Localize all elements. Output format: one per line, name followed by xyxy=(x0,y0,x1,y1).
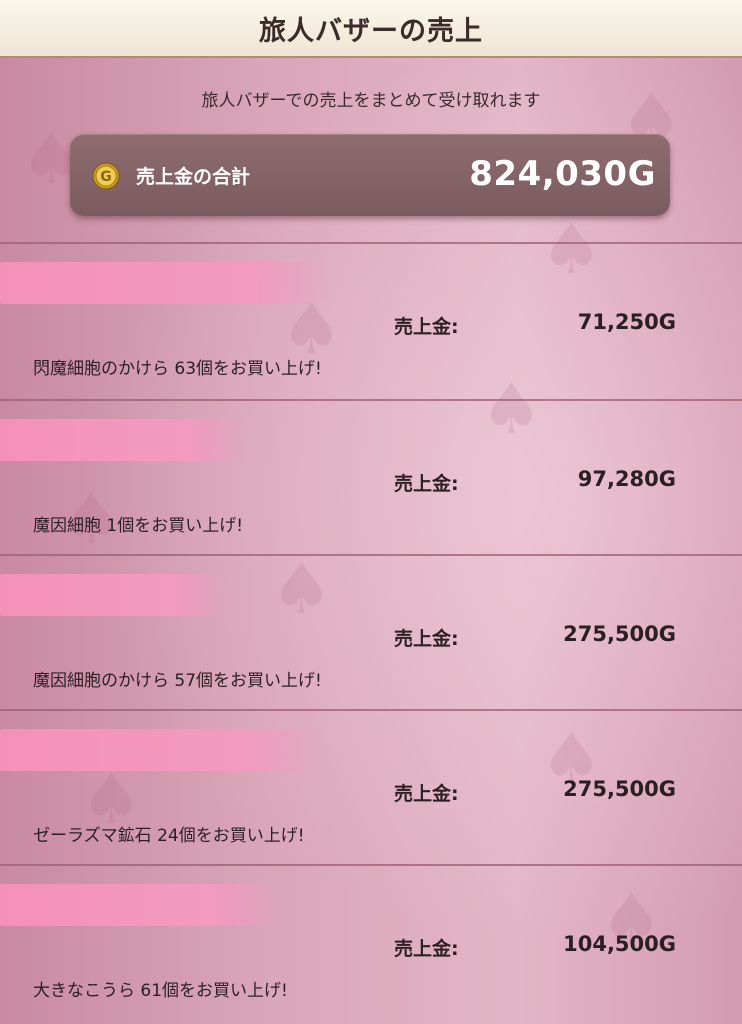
sale-amount-value: 104,500G xyxy=(563,932,676,956)
total-sales-value: 824,030G xyxy=(469,154,656,194)
redacted-buyer-name xyxy=(0,262,332,304)
sale-entry[interactable]: 売上金: 97,280G 魔因細胞 1個をお買い上げ! xyxy=(0,401,742,556)
total-sales-box: G 売上金の合計 824,030G xyxy=(70,134,670,216)
sale-amount-value: 71,250G xyxy=(577,310,676,334)
sale-entry[interactable]: 売上金: 275,500G 魔因細胞のかけら 57個をお買い上げ! xyxy=(0,556,742,711)
total-sales-label: 売上金の合計 xyxy=(136,166,251,188)
gold-coin-icon: G xyxy=(92,162,120,190)
sale-amount-label: 売上金: xyxy=(394,628,459,650)
summary-subtitle: 旅人バザーでの売上をまとめて受け取れます xyxy=(201,91,541,111)
sale-description: 大きなこうら 61個をお買い上げ! xyxy=(33,981,288,1001)
sale-description: ゼーラズマ鉱石 24個をお買い上げ! xyxy=(33,826,305,846)
sale-entry[interactable]: 売上金: 104,500G 大きなこうら 61個をお買い上げ! xyxy=(0,866,742,1021)
sale-entry[interactable]: 売上金: 275,500G ゼーラズマ鉱石 24個をお買い上げ! xyxy=(0,711,742,866)
redacted-buyer-name xyxy=(0,884,282,926)
sale-description: 魔因細胞のかけら 57個をお買い上げ! xyxy=(33,671,322,691)
redacted-buyer-name xyxy=(0,419,248,461)
sales-panel[interactable]: ♠ ♠ ♠ ♠ ♠ ♠ ♠ ♠ ♠ ♠ 旅人バザーでの売上をまとめて受け取れます… xyxy=(0,58,742,1024)
sale-description: 閃魔細胞のかけら 63個をお買い上げ! xyxy=(33,359,322,379)
svg-text:G: G xyxy=(100,169,112,185)
sales-summary: 旅人バザーでの売上をまとめて受け取れます G 売上金の合計 824,030G xyxy=(0,58,742,244)
redacted-buyer-name xyxy=(0,574,230,616)
sale-description: 魔因細胞 1個をお買い上げ! xyxy=(33,516,244,536)
sale-amount-value: 275,500G xyxy=(563,777,676,801)
sale-amount-label: 売上金: xyxy=(394,473,459,495)
sale-amount-value: 275,500G xyxy=(563,622,676,646)
screen-header: 旅人バザーの売上 xyxy=(0,0,742,58)
redacted-buyer-name xyxy=(0,729,322,771)
screen-title: 旅人バザーの売上 xyxy=(259,15,483,47)
sale-amount-label: 売上金: xyxy=(394,783,459,805)
sale-amount-label: 売上金: xyxy=(394,938,459,960)
sale-entry[interactable]: 売上金: 71,250G 閃魔細胞のかけら 63個をお買い上げ! xyxy=(0,244,742,399)
sale-amount-value: 97,280G xyxy=(577,467,676,491)
sale-amount-label: 売上金: xyxy=(394,316,459,338)
